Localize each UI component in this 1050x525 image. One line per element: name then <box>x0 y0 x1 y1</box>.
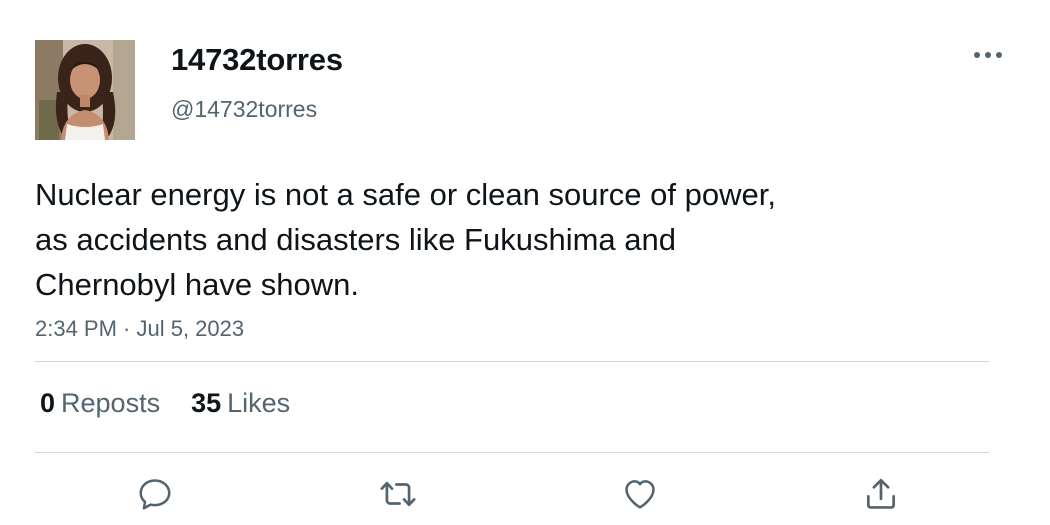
likes-label: Likes <box>227 388 291 418</box>
like-button[interactable] <box>620 474 660 514</box>
tweet-text-line: Chernobyl have shown. <box>35 267 359 302</box>
repost-icon <box>380 481 416 507</box>
avatar-photo <box>35 40 135 140</box>
reposts-count: 0 <box>40 388 56 418</box>
tweet-text-line: Nuclear energy is not a safe or clean so… <box>35 177 776 212</box>
reply-button[interactable] <box>135 474 175 514</box>
more-options-button[interactable] <box>968 42 1008 68</box>
divider <box>35 361 989 362</box>
user-handle[interactable]: @14732torres <box>171 96 317 123</box>
reposts-label: Reposts <box>61 388 161 418</box>
likes-stat[interactable]: 35 Likes <box>191 388 290 419</box>
display-name[interactable]: 14732torres <box>171 42 343 78</box>
divider <box>35 452 989 453</box>
reply-icon <box>139 479 171 510</box>
more-icon <box>974 52 1002 58</box>
tweet-timestamp[interactable]: 2:34 PM · Jul 5, 2023 <box>35 316 244 342</box>
engagement-stats: 0 Reposts 35 Likes <box>40 388 290 419</box>
tweet-card: 14732torres @14732torres Nuclear energy … <box>0 0 1050 525</box>
reposts-stat[interactable]: 0 Reposts <box>40 388 160 419</box>
share-button[interactable] <box>861 474 901 514</box>
repost-button[interactable] <box>378 474 418 514</box>
heart-icon <box>625 480 655 509</box>
share-icon <box>866 478 896 509</box>
avatar[interactable] <box>35 40 135 140</box>
tweet-text: Nuclear energy is not a safe or clean so… <box>35 172 915 307</box>
tweet-text-line: as accidents and disasters like Fukushim… <box>35 222 676 257</box>
likes-count: 35 <box>191 388 222 418</box>
